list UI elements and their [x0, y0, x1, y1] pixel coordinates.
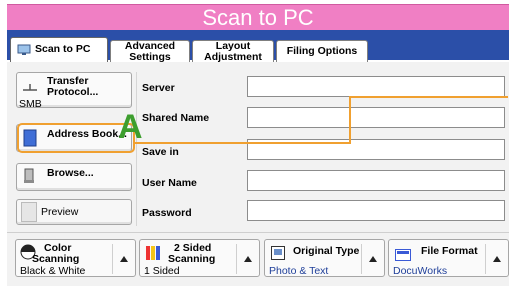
file-format-title: File Format [421, 245, 478, 257]
tab-label: Filing Options [286, 45, 358, 57]
preview-toggle[interactable]: Preview [16, 199, 132, 225]
chevron-up-icon [493, 256, 501, 262]
transfer-protocol-label-2: Protocol... [47, 86, 99, 98]
user-name-field[interactable] [247, 170, 505, 191]
scan-to-pc-screen: Scan to PC Scan to PC Advanced Settings … [0, 0, 513, 290]
button-separator [485, 244, 486, 274]
save-in-label: Save in [142, 146, 179, 158]
chevron-up-icon [244, 256, 252, 262]
user-name-label: User Name [142, 177, 197, 189]
annotation-letter: A [118, 108, 143, 146]
shared-name-field[interactable] [247, 107, 505, 128]
password-field[interactable] [247, 200, 505, 221]
original-type-value: Photo & Text [269, 265, 329, 277]
tab-filing-options[interactable]: Filing Options [276, 40, 368, 62]
original-type-button[interactable]: Original Type Photo & Text [264, 239, 385, 277]
two-sided-scanning-button[interactable]: 2 Sided Scanning 1 Sided [139, 239, 260, 277]
original-type-icon [271, 246, 285, 260]
page-title: Scan to PC [202, 5, 314, 30]
server-label: Server [142, 82, 175, 94]
tab-advanced-settings[interactable]: Advanced Settings [110, 40, 190, 63]
button-separator [361, 244, 362, 274]
browse-button[interactable]: Browse... [16, 163, 132, 191]
preview-label: Preview [41, 206, 79, 218]
address-book-icon [23, 129, 37, 147]
transfer-protocol-icon [23, 79, 37, 91]
chevron-up-icon [369, 256, 377, 262]
two-sided-value: 1 Sided [144, 265, 180, 277]
browse-label: Browse... [47, 167, 94, 179]
server-field[interactable] [247, 76, 505, 97]
bottom-divider [7, 232, 509, 233]
chevron-up-icon [120, 256, 128, 262]
two-sided-title-2: Scanning [168, 253, 216, 265]
color-scanning-value: Black & White [20, 265, 86, 277]
address-book-button[interactable]: Address Book... [16, 124, 132, 152]
shared-name-label: Shared Name [142, 112, 210, 124]
preview-checkbox[interactable] [21, 202, 37, 222]
original-type-title: Original Type [293, 245, 360, 257]
save-in-field[interactable] [247, 139, 505, 160]
button-separator [112, 244, 113, 274]
file-format-icon [395, 248, 411, 261]
file-format-value: DocuWorks [393, 265, 448, 277]
file-format-button[interactable]: File Format DocuWorks [388, 239, 509, 277]
color-scanning-button[interactable]: Color Scanning Black & White [15, 239, 136, 277]
button-separator [236, 244, 237, 274]
browse-icon [23, 168, 35, 184]
two-sided-icon [146, 246, 166, 260]
scan-to-pc-icon [17, 44, 31, 56]
color-scanning-title-2: Scanning [32, 253, 80, 265]
address-book-label: Address Book... [47, 128, 127, 140]
title-bar: Scan to PC [7, 4, 509, 31]
protocol-value: SMB [19, 98, 42, 110]
tab-label: Scan to PC [35, 43, 91, 55]
column-divider [136, 72, 137, 226]
tab-layout-adjustment[interactable]: Layout Adjustment [192, 40, 274, 63]
password-label: Password [142, 207, 192, 219]
tab-scan-to-pc[interactable]: Scan to PC [10, 37, 108, 62]
